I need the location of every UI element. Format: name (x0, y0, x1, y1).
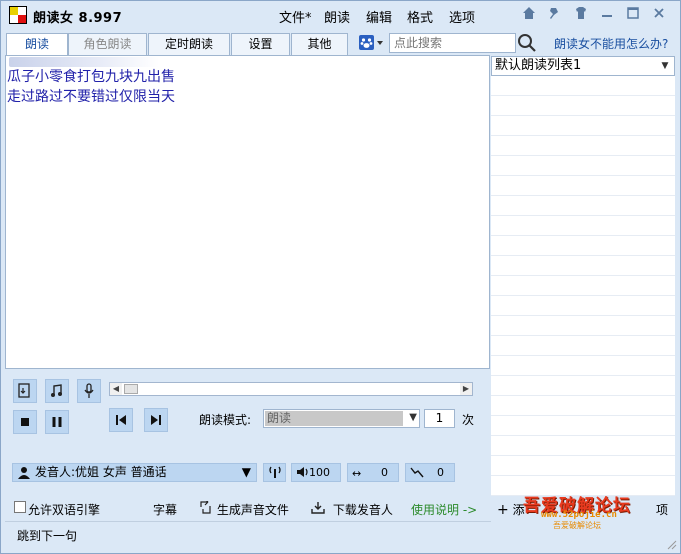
playlist-select[interactable]: 默认朗读列表1 ▼ (491, 56, 675, 76)
scroll-left-icon[interactable]: ◀ (110, 383, 122, 395)
watermark-url: www.52pojie.cn (541, 510, 617, 520)
usage-link[interactable]: 使用说明 -> (411, 501, 477, 518)
previous-button[interactable] (109, 408, 133, 432)
pitch-control[interactable]: 0 (405, 463, 455, 482)
menu-options[interactable]: 选项 (449, 7, 475, 26)
pin-icon[interactable] (546, 6, 564, 24)
speaker-label: 发音人:优姐 女声 普通话 (35, 465, 167, 479)
speed-arrows-icon: ↔ (352, 467, 362, 480)
app-title: 朗读女 8.997 (33, 11, 123, 26)
menu-edit[interactable]: 编辑 (366, 7, 392, 26)
skip-forward-icon (151, 415, 161, 425)
volume-icon (296, 465, 310, 484)
chevron-down-icon[interactable]: ▼ (409, 412, 417, 423)
read-mode-select[interactable]: 朗读 ▼ (263, 409, 420, 428)
download-speaker-button[interactable]: 下载发音人 (311, 501, 393, 518)
maximize-icon[interactable] (624, 6, 642, 24)
generate-audio-label: 生成声音文件 (216, 503, 289, 517)
bilingual-label: 允许双语引擎 (28, 503, 101, 517)
volume-value: 100 (309, 466, 330, 479)
skip-back-icon (116, 415, 126, 425)
playlist-list[interactable] (491, 76, 675, 496)
bilingual-checkbox[interactable] (14, 501, 26, 513)
scroll-thumb[interactable] (124, 384, 138, 394)
progress-scrollbar[interactable]: ◀ ▶ (109, 382, 473, 396)
next-button[interactable] (144, 408, 168, 432)
repeat-count-input[interactable]: 1 (424, 409, 455, 428)
speed-control[interactable]: ↔ 0 (347, 463, 399, 482)
download-icon (311, 501, 329, 517)
speaker-signal-button[interactable] (263, 463, 286, 482)
search-input[interactable] (389, 33, 516, 53)
menu-file[interactable]: 文件* (279, 7, 312, 26)
microphone-icon (84, 383, 94, 398)
pause-button[interactable] (45, 410, 69, 434)
subtitles-button[interactable]: 字幕 (153, 501, 177, 518)
speaker-select[interactable]: 发音人:优姐 女声 普通话 ▼ (12, 463, 257, 482)
text-editor[interactable]: 瓜子小零食打包九块九出售 走过路过不要错过仅限当天 (5, 55, 490, 369)
speed-value: 0 (381, 466, 388, 479)
search-icon[interactable] (517, 33, 537, 53)
help-link[interactable]: 朗读女不能用怎么办? (554, 35, 668, 52)
status-bar (5, 521, 491, 545)
resize-grip-icon[interactable] (667, 540, 677, 550)
volume-control[interactable]: 100 (291, 463, 341, 482)
export-icon (199, 498, 213, 517)
editor-line: 瓜子小零食打包九块九出售 (7, 69, 175, 85)
signal-tower-icon (268, 465, 282, 484)
title-bar: 朗读女 8.997 文件* 朗读 编辑 格式 选项 (1, 1, 680, 29)
app-logo-icon (9, 6, 27, 24)
microphone-button[interactable] (77, 379, 101, 403)
chevron-down-icon[interactable]: ▼ (658, 59, 672, 73)
tab-other[interactable]: 其他 (291, 33, 348, 55)
tab-read[interactable]: 朗读 (6, 33, 68, 56)
playlist-select-value: 默认朗读列表1 (495, 58, 582, 73)
generate-audio-button[interactable]: 生成声音文件 (199, 498, 289, 518)
plus-icon: + (497, 502, 509, 518)
tab-role-read[interactable]: 角色朗读 (68, 33, 147, 55)
baidu-search-engine-icon[interactable] (358, 34, 384, 52)
music-button[interactable] (45, 379, 69, 403)
scroll-right-icon[interactable]: ▶ (460, 383, 472, 395)
chevron-down-icon[interactable]: ▼ (242, 464, 251, 481)
person-icon (17, 466, 31, 484)
pitch-icon (410, 465, 424, 484)
watermark-logo: 吾爱破解论坛 www.52pojie.cn 吾爱破解论坛 (523, 491, 663, 531)
main-window: 朗读女 8.997 文件* 朗读 编辑 格式 选项 朗读 角色朗读 定时朗读 设… (0, 0, 681, 554)
music-note-icon (51, 384, 62, 397)
pause-icon (52, 417, 62, 427)
stop-icon (21, 418, 29, 426)
add-playlist-item-button[interactable]: + 添 (497, 501, 525, 518)
blurred-text (9, 57, 159, 67)
editor-line: 走过路过不要错过仅限当天 (7, 89, 175, 105)
menu-format[interactable]: 格式 (407, 7, 433, 26)
open-file-button[interactable] (13, 379, 37, 403)
minimize-icon[interactable] (598, 6, 616, 24)
download-speaker-label: 下载发音人 (332, 503, 393, 517)
repeat-count-unit: 次 (462, 413, 475, 427)
watermark-url-secondary: 吾爱破解论坛 (553, 521, 601, 530)
pitch-value: 0 (437, 466, 444, 479)
menu-read[interactable]: 朗读 (324, 7, 350, 26)
tab-settings[interactable]: 设置 (231, 33, 290, 55)
home-icon[interactable] (520, 6, 538, 24)
status-text: 跳到下一句 (17, 529, 78, 543)
document-icon (18, 383, 30, 398)
stop-button[interactable] (13, 410, 37, 434)
close-icon[interactable] (650, 6, 668, 24)
skin-icon[interactable] (572, 6, 590, 24)
read-mode-value: 朗读 (265, 411, 403, 426)
read-mode-label: 朗读模式: (199, 413, 252, 427)
tab-timed-read[interactable]: 定时朗读 (148, 33, 230, 55)
